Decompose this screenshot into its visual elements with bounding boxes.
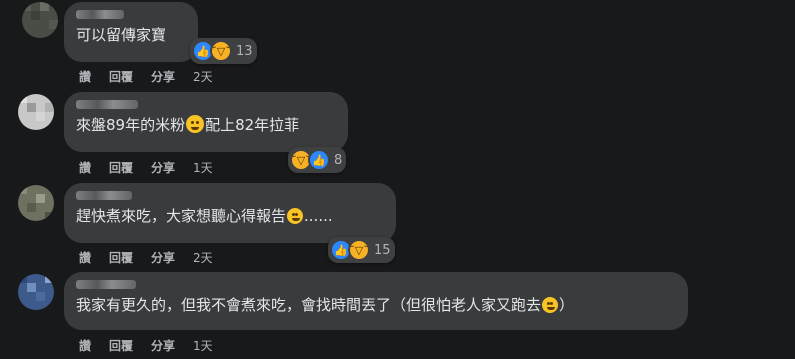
smiling-emoji-icon xyxy=(287,208,304,224)
haha-reaction-icon: ˘▽˘ xyxy=(210,40,232,62)
comment-bubble: 來盤89年的米粉 配上82年拉菲 xyxy=(64,92,348,152)
comment-text: 趕快煮來吃，大家想聽心得報告...... xyxy=(76,206,384,226)
share-button[interactable]: 分享 xyxy=(151,159,175,176)
comment-text-part: ） xyxy=(559,296,575,314)
share-button[interactable]: 分享 xyxy=(151,337,175,354)
comment-text: 可以留傳家寶 xyxy=(76,26,167,44)
comment-text: 來盤89年的米粉 配上82年拉菲 xyxy=(76,115,336,135)
commenter-name[interactable] xyxy=(76,10,124,19)
commenter-name[interactable] xyxy=(76,280,136,289)
share-button[interactable]: 分享 xyxy=(151,249,175,266)
comment-text: 我家有更久的，但我不會煮來吃，會找時間丟了（但很怕老人家又跑去 ） xyxy=(76,295,676,315)
reaction-summary[interactable]: ˘▽˘ 👍 8 xyxy=(288,147,347,173)
timestamp[interactable]: 2天 xyxy=(193,68,213,85)
reaction-count: 8 xyxy=(334,152,343,168)
comment-bubble: 趕快煮來吃，大家想聽心得報告...... xyxy=(64,183,396,243)
grinning-emoji-icon xyxy=(186,115,205,133)
like-button[interactable]: 讚 xyxy=(79,68,91,85)
avatar[interactable] xyxy=(18,94,54,130)
reply-button[interactable]: 回覆 xyxy=(109,68,133,85)
reply-button[interactable]: 回覆 xyxy=(109,249,133,266)
commenter-name[interactable] xyxy=(76,191,132,200)
timestamp[interactable]: 2天 xyxy=(193,249,213,266)
like-button[interactable]: 讚 xyxy=(79,337,91,354)
comment-text-part: 配上82年拉菲 xyxy=(205,116,300,134)
haha-reaction-icon: ˘▽˘ xyxy=(348,239,370,261)
avatar[interactable] xyxy=(22,2,58,38)
commenter-name[interactable] xyxy=(76,100,138,109)
reply-button[interactable]: 回覆 xyxy=(109,159,133,176)
share-button[interactable]: 分享 xyxy=(151,68,175,85)
comment-bubble: 我家有更久的，但我不會煮來吃，會找時間丟了（但很怕老人家又跑去 ） xyxy=(64,272,688,330)
comment-text-part: 來盤89年的米粉 xyxy=(76,116,186,134)
reply-button[interactable]: 回覆 xyxy=(109,337,133,354)
like-reaction-icon: 👍 xyxy=(308,149,330,171)
comment-text-part: ...... xyxy=(304,207,333,225)
reaction-count: 13 xyxy=(236,43,253,59)
like-button[interactable]: 讚 xyxy=(79,159,91,176)
reaction-summary[interactable]: 👍 ˘▽˘ 13 xyxy=(190,38,257,64)
timestamp[interactable]: 1天 xyxy=(193,159,213,176)
reaction-count: 15 xyxy=(374,242,391,258)
comment-text-part: 我家有更久的，但我不會煮來吃，會找時間丟了（但很怕老人家又跑去 xyxy=(76,296,542,314)
reaction-summary[interactable]: 👍 ˘▽˘ 15 xyxy=(328,237,395,263)
comment-bubble: 可以留傳家寶 xyxy=(64,2,198,62)
avatar[interactable] xyxy=(18,274,54,310)
comment-text-part: 趕快煮來吃，大家想聽心得報告 xyxy=(76,207,287,225)
timestamp[interactable]: 1天 xyxy=(193,337,213,354)
worried-emoji-icon xyxy=(542,297,559,313)
like-button[interactable]: 讚 xyxy=(79,249,91,266)
avatar[interactable] xyxy=(18,185,54,221)
